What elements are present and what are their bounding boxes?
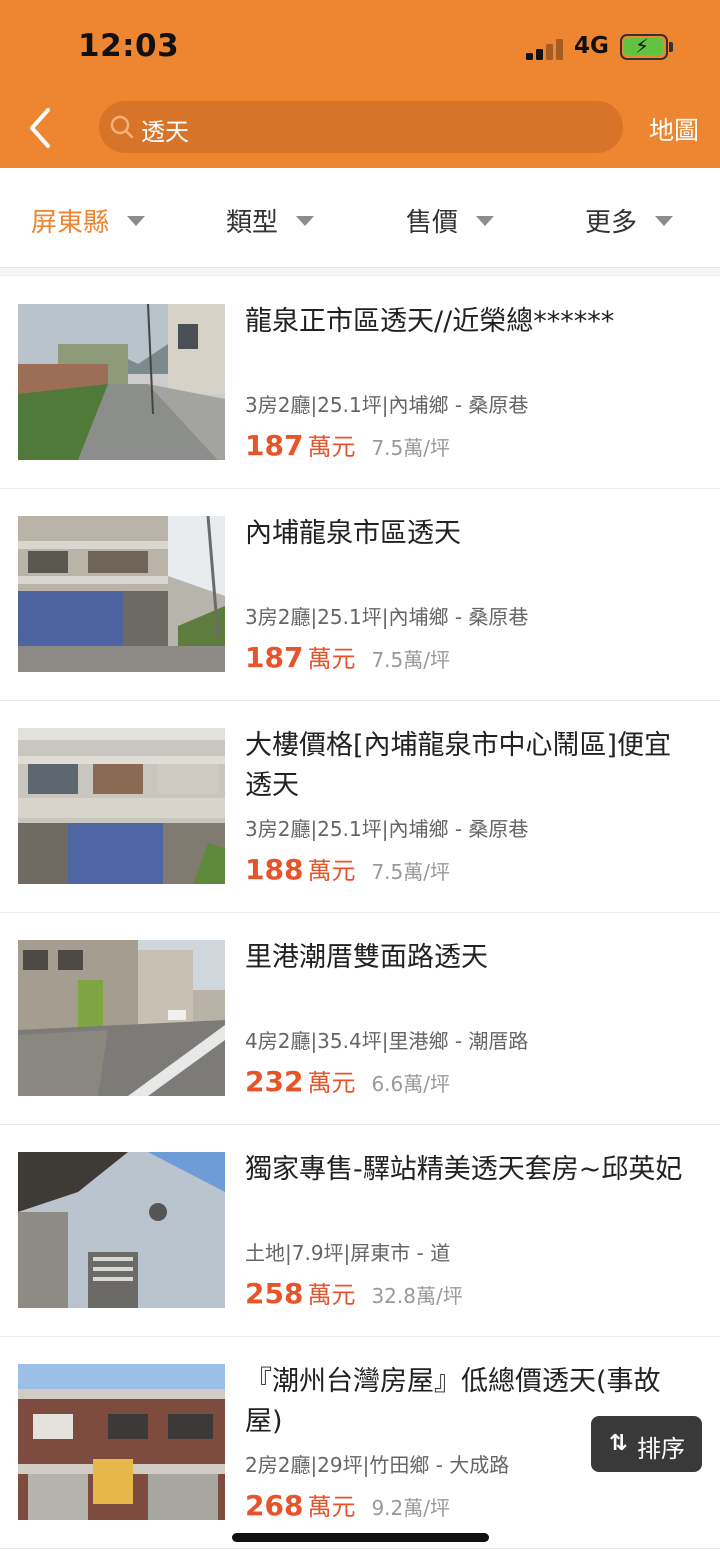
caret-down-icon bbox=[127, 215, 146, 226]
unit-price: 32.8萬/坪 bbox=[371, 1284, 463, 1308]
listing-price: 232 萬元 6.6萬/坪 bbox=[245, 1063, 450, 1098]
filter-type[interactable]: 類型 bbox=[226, 202, 315, 239]
back-button[interactable] bbox=[22, 104, 66, 152]
price-value: 187 bbox=[245, 429, 304, 462]
price-unit: 萬元 bbox=[307, 1069, 356, 1097]
listing-photo bbox=[18, 940, 225, 1096]
filter-more[interactable]: 更多 bbox=[585, 202, 674, 239]
map-button[interactable]: 地圖 bbox=[649, 111, 699, 147]
listing-item[interactable]: 內埔龍泉市區透天 3房2廳|25.1坪|內埔鄉 - 桑原巷 187 萬元 7.5… bbox=[0, 489, 720, 701]
listing-price: 188 萬元 7.5萬/坪 bbox=[245, 851, 450, 886]
listing-title: 內埔龍泉市區透天 bbox=[245, 518, 461, 549]
listing-meta: 3房2廳|25.1坪|內埔鄉 - 桑原巷 bbox=[245, 393, 529, 417]
price-unit: 萬元 bbox=[307, 1493, 356, 1521]
price-value: 268 bbox=[245, 1489, 304, 1522]
unit-price: 7.5萬/坪 bbox=[371, 436, 450, 460]
listing-list: 龍泉正市區透天//近榮總****** 3房2廳|25.1坪|內埔鄉 - 桑原巷 … bbox=[0, 277, 720, 1549]
unit-price: 7.5萬/坪 bbox=[371, 860, 450, 884]
signal-bars-icon bbox=[526, 38, 564, 60]
chevron-left-icon bbox=[30, 108, 50, 148]
filter-bar: 屏東縣 類型 售價 更多 bbox=[0, 168, 720, 268]
battery-cap bbox=[669, 42, 673, 52]
unit-price: 6.6萬/坪 bbox=[371, 1072, 450, 1096]
filter-price[interactable]: 售價 bbox=[406, 202, 495, 239]
filter-label: 類型 bbox=[226, 208, 279, 238]
caret-down-icon bbox=[655, 215, 674, 226]
search-icon bbox=[110, 115, 134, 139]
divider bbox=[0, 268, 720, 276]
network-label: 4G bbox=[574, 33, 609, 59]
listing-photo bbox=[18, 728, 225, 884]
listing-price: 258 萬元 32.8萬/坪 bbox=[245, 1275, 463, 1310]
listing-photo bbox=[18, 304, 225, 460]
filter-label: 售價 bbox=[406, 208, 459, 238]
listing-meta: 4房2廳|35.4坪|里港鄉 - 潮厝路 bbox=[245, 1029, 529, 1053]
listing-photo bbox=[18, 1152, 225, 1308]
listing-item[interactable]: 龍泉正市區透天//近榮總****** 3房2廳|25.1坪|內埔鄉 - 桑原巷 … bbox=[0, 277, 720, 489]
listing-photo bbox=[18, 516, 225, 672]
listing-item[interactable]: 里港潮厝雙面路透天 4房2廳|35.4坪|里港鄉 - 潮厝路 232 萬元 6.… bbox=[0, 913, 720, 1125]
price-value: 188 bbox=[245, 853, 304, 886]
listing-photo bbox=[18, 1364, 225, 1520]
sort-label: 排序 bbox=[637, 1435, 685, 1463]
listing-item[interactable]: 大樓價格[內埔龍泉市中心鬧區]便宜透天 3房2廳|25.1坪|內埔鄉 - 桑原巷… bbox=[0, 701, 720, 913]
unit-price: 7.5萬/坪 bbox=[371, 648, 450, 672]
home-indicator[interactable] bbox=[232, 1533, 489, 1542]
filter-label: 屏東縣 bbox=[31, 208, 110, 238]
listing-meta: 3房2廳|25.1坪|內埔鄉 - 桑原巷 bbox=[245, 605, 529, 629]
app-header: 12:03 4G ⚡ 透天 地圖 bbox=[0, 0, 720, 168]
sort-arrows-icon: ⇅ bbox=[609, 1431, 628, 1456]
price-unit: 萬元 bbox=[307, 1281, 356, 1309]
listing-item[interactable]: 獨家專售-驛站精美透天套房~邱英妃 土地|7.9坪|屏東市 - 道 258 萬元… bbox=[0, 1125, 720, 1337]
sort-button[interactable]: ⇅ 排序 bbox=[591, 1416, 702, 1472]
price-value: 232 bbox=[245, 1065, 304, 1098]
search-query: 透天 bbox=[141, 118, 189, 146]
listing-meta: 3房2廳|25.1坪|內埔鄉 - 桑原巷 bbox=[245, 817, 529, 841]
search-input[interactable]: 透天 bbox=[99, 101, 623, 153]
price-value: 187 bbox=[245, 641, 304, 674]
filter-region[interactable]: 屏東縣 bbox=[31, 202, 146, 239]
listing-price: 268 萬元 9.2萬/坪 bbox=[245, 1487, 450, 1522]
unit-price: 9.2萬/坪 bbox=[371, 1496, 450, 1520]
price-unit: 萬元 bbox=[307, 857, 356, 885]
listing-meta: 2房2廳|29坪|竹田鄉 - 大成路 bbox=[245, 1453, 510, 1477]
listing-price: 187 萬元 7.5萬/坪 bbox=[245, 639, 450, 674]
status-time: 12:03 bbox=[78, 28, 180, 64]
price-value: 258 bbox=[245, 1277, 304, 1310]
battery-charging-icon: ⚡ bbox=[620, 34, 668, 60]
price-unit: 萬元 bbox=[307, 433, 356, 461]
filter-label: 更多 bbox=[585, 208, 638, 238]
listing-title: 大樓價格[內埔龍泉市中心鬧區]便宜透天 bbox=[245, 730, 672, 801]
caret-down-icon bbox=[296, 215, 315, 226]
listing-title: 里港潮厝雙面路透天 bbox=[245, 942, 488, 973]
listing-meta: 土地|7.9坪|屏東市 - 道 bbox=[245, 1241, 451, 1265]
price-unit: 萬元 bbox=[307, 645, 356, 673]
caret-down-icon bbox=[476, 215, 495, 226]
listing-title: 龍泉正市區透天//近榮總****** bbox=[245, 306, 615, 337]
listing-title: 獨家專售-驛站精美透天套房~邱英妃 bbox=[245, 1154, 683, 1185]
listing-price: 187 萬元 7.5萬/坪 bbox=[245, 427, 450, 462]
